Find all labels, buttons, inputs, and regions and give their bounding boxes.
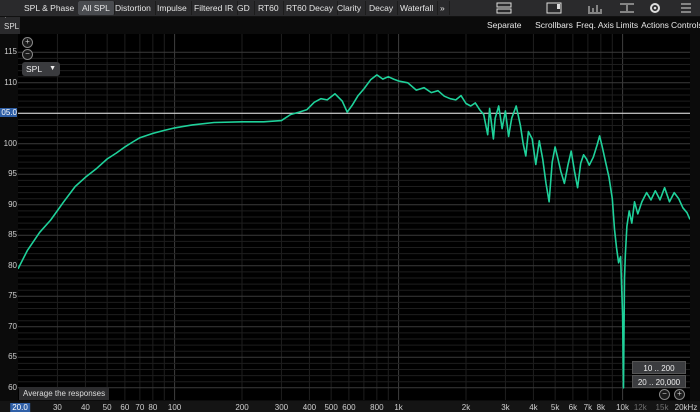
x-tick-label: 60	[120, 403, 130, 412]
spl-chart[interactable]	[18, 34, 690, 400]
y-tick-label: 85	[8, 230, 17, 240]
x-tick-label: 20kHz	[674, 403, 698, 412]
tab-overflow[interactable]: »	[436, 1, 450, 15]
spl-plot-area[interactable]	[18, 34, 690, 400]
tab-rt60-decay[interactable]: RT60 Decay	[282, 1, 339, 15]
cursor-y-label[interactable]: 05.0	[0, 108, 17, 118]
separate-icon	[487, 2, 521, 16]
x-tick-label: 80	[148, 403, 158, 412]
y-tick-label: 65	[8, 352, 17, 362]
x-tick-label: 300	[274, 403, 289, 412]
y-tick-label: 95	[8, 169, 17, 179]
y-tick-label: 75	[8, 291, 17, 301]
chevron-down-icon: ▼	[49, 65, 56, 72]
x-tick-label: 8k	[596, 403, 606, 412]
tab-clarity[interactable]: Clarity	[333, 1, 367, 15]
y-tick-label: 70	[8, 321, 17, 331]
y-axis-unit-label: SPL	[4, 22, 20, 31]
x-tick-label: 5k	[550, 403, 560, 412]
x-tick-label: 10k	[616, 403, 630, 412]
x-tick-label: 50	[102, 403, 112, 412]
zoom-in-y-icon[interactable]: +	[22, 37, 33, 48]
zoom-in-x-icon[interactable]: +	[674, 389, 685, 400]
x-tick-label: 6k	[568, 403, 578, 412]
x-tick-label: 30	[52, 403, 62, 412]
scrollbars-label: Scrollbars	[535, 20, 573, 30]
tab-decay[interactable]: Decay	[365, 1, 399, 15]
zoom-out-y-icon[interactable]: −	[22, 49, 33, 60]
actions-label: Actions	[641, 20, 669, 30]
y-tick-label: 90	[8, 199, 17, 209]
freq-axis-button[interactable]: Freq. Axis	[576, 0, 614, 34]
x-tick-label: 7k	[583, 403, 593, 412]
separate-button[interactable]: Separate	[487, 0, 522, 34]
gear-icon	[640, 2, 670, 16]
average-responses-button[interactable]: Average the responses	[19, 387, 110, 400]
y-tick-label: 115	[4, 47, 17, 57]
range-10-200-button[interactable]: 10 .. 200	[632, 361, 686, 374]
x-tick-label: 40	[80, 403, 90, 412]
tab-all-spl[interactable]: All SPL	[78, 1, 115, 15]
x-tick-label: 100	[167, 403, 182, 412]
tab-impulse[interactable]: Impulse	[153, 1, 192, 15]
spl-trace	[18, 74, 690, 389]
x-tick-label: 600	[342, 403, 356, 412]
controls-label: Controls	[671, 20, 700, 30]
freq-axis-label: Freq. Axis	[576, 20, 614, 30]
range-20-20000-button[interactable]: 20 .. 20,000	[632, 375, 686, 388]
limits-button[interactable]: Limits	[615, 0, 639, 34]
scrollbars-button[interactable]: Scrollbars	[535, 0, 573, 34]
tab-gd[interactable]: GD	[233, 1, 255, 15]
x-tick-label: 3k	[501, 403, 510, 412]
zoom-out-x-icon[interactable]: −	[659, 389, 670, 400]
x-tick-label: 15k	[655, 403, 669, 412]
x-tick-label: 1k	[394, 403, 403, 412]
tab-distortion[interactable]: Distortion	[111, 1, 156, 15]
tab-filtered-ir[interactable]: Filtered IR	[190, 1, 239, 15]
freq-axis-icon	[576, 2, 614, 16]
x-tick-label: 70	[135, 403, 145, 412]
limits-icon	[615, 2, 639, 16]
x-tick-label: 200	[235, 403, 249, 412]
x-tick-label: 400	[302, 403, 317, 412]
scrollbars-icon	[535, 2, 573, 16]
separate-label: Separate	[487, 20, 522, 30]
x-tick-label: 800	[370, 403, 384, 412]
x-tick-label[interactable]: 20.0	[10, 403, 30, 412]
x-tick-label: 4k	[529, 403, 538, 412]
limits-label: Limits	[615, 20, 639, 30]
y-tick-label: 60	[8, 382, 17, 392]
tab-spl-phase[interactable]: SPL & Phase	[20, 1, 80, 15]
spl-selector-dropdown[interactable]: SPL ▼	[22, 62, 60, 76]
y-tick-label: 110	[4, 77, 17, 87]
tab-rt60[interactable]: RT60	[254, 1, 284, 15]
y-tick-label: 100	[3, 138, 17, 148]
x-tick-label: 500	[324, 403, 338, 412]
x-tick-label: 12k	[633, 403, 647, 412]
spl-selector-value: SPL	[26, 64, 43, 74]
x-tick-label: 2k	[461, 403, 471, 412]
actions-button[interactable]: Actions	[640, 0, 670, 34]
tab-waterfall[interactable]: Waterfall	[396, 1, 439, 15]
y-tick-label: 80	[8, 260, 17, 270]
controls-button[interactable]: Controls	[671, 0, 700, 34]
controls-icon	[671, 2, 700, 16]
